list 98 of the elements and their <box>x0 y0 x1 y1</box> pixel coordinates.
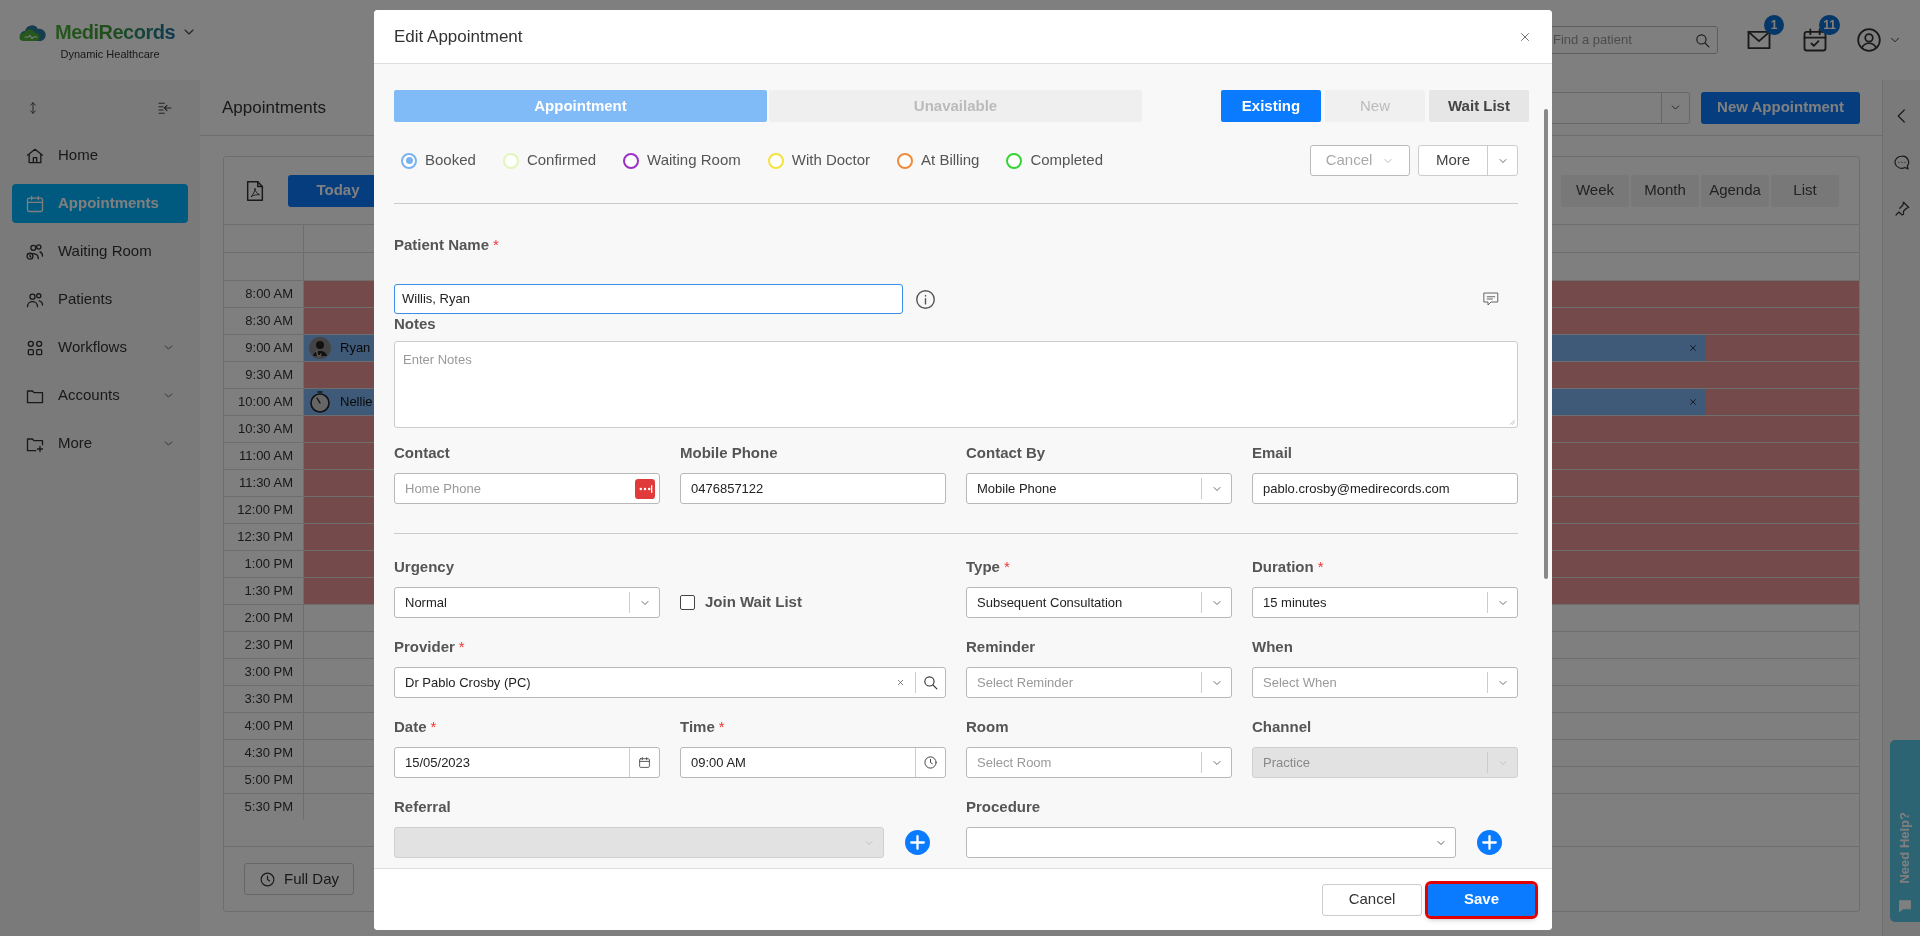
patient-name: Nellie <box>340 393 374 412</box>
patient-name: Ryan <box>340 339 372 358</box>
sidebar-item[interactable]: More <box>12 424 188 463</box>
view-tab[interactable]: Agenda <box>1701 174 1769 207</box>
radio-label: Waiting Room <box>647 150 741 171</box>
field-label: Email <box>1252 442 1293 463</box>
field-label: Channel <box>1252 716 1312 737</box>
calendar-icon <box>25 193 45 214</box>
save-button[interactable]: Save <box>1428 883 1535 916</box>
radio-button[interactable] <box>401 152 417 169</box>
info-icon[interactable] <box>915 288 936 310</box>
chat-icon[interactable] <box>1892 154 1911 172</box>
field-label: Contact <box>394 442 450 463</box>
required-mark: * <box>493 234 499 255</box>
dropdown[interactable]: Mobile Phone <box>966 473 1232 504</box>
brand-subtitle: Dynamic Healthcare <box>60 47 160 63</box>
text-field[interactable]: 0476857122 <box>680 473 946 504</box>
phone-field[interactable]: Home Phone <box>394 473 660 504</box>
remove-icon[interactable] <box>1688 397 1698 407</box>
dropdown[interactable]: Normal <box>394 587 660 618</box>
dropdown[interactable]: Subsequent Consultation <box>966 587 1232 618</box>
add-icon[interactable] <box>905 830 930 855</box>
dropdown[interactable]: 15 minutes <box>1252 587 1518 618</box>
radio-button[interactable] <box>1006 152 1023 169</box>
date-field[interactable]: 15/05/2023 <box>394 747 660 778</box>
field-label: Procedure <box>966 796 1041 817</box>
modal-title: Edit Appointment <box>394 25 523 48</box>
mode-tab[interactable]: Appointment <box>394 90 767 122</box>
field-label: Date <box>394 716 427 737</box>
view-tab[interactable]: Week <box>1561 174 1629 207</box>
checkbox-label: Join Wait List <box>705 592 802 613</box>
sidebar-item[interactable]: Waiting Room <box>12 232 188 271</box>
field-label: Time <box>680 716 715 737</box>
required-mark: * <box>430 716 437 737</box>
field-label: Type <box>966 556 1000 577</box>
resize-handle-icon[interactable] <box>1507 417 1515 425</box>
radio-label: With Doctor <box>791 150 871 171</box>
required-mark: * <box>718 716 725 737</box>
field-label: Urgency <box>394 556 455 577</box>
clock-icon[interactable] <box>923 755 938 770</box>
new-appointment-button[interactable]: New Appointment <box>1701 91 1860 124</box>
cancel-button[interactable]: Cancel <box>1322 883 1422 916</box>
field-label: Notes <box>394 313 436 334</box>
stopwatch-icon <box>308 390 332 414</box>
field-label: Mobile Phone <box>680 442 778 463</box>
collapse-menu-icon[interactable] <box>156 100 174 116</box>
dots-icon[interactable] <box>635 478 655 499</box>
add-icon[interactable] <box>1477 830 1502 855</box>
view-tab[interactable]: Month <box>1631 174 1699 207</box>
required-mark: * <box>458 636 465 657</box>
field-label: Referral <box>394 796 451 817</box>
remove-icon[interactable] <box>1688 343 1698 353</box>
sms-icon[interactable] <box>1482 290 1500 308</box>
search-icon[interactable] <box>922 674 939 691</box>
field-label: Patient Name <box>394 234 490 255</box>
user-icon[interactable] <box>1856 27 1882 53</box>
dropdown[interactable]: Select Reminder <box>966 667 1232 698</box>
notification-badge: 1 <box>1764 15 1784 35</box>
radio-label: Confirmed <box>526 150 597 171</box>
calendar-icon[interactable] <box>638 756 651 769</box>
page-title: Appointments <box>222 96 326 119</box>
radio-label: Booked <box>425 150 476 171</box>
dropdown[interactable]: Select When <box>1252 667 1518 698</box>
notes-field[interactable]: Enter Notes <box>394 341 1518 428</box>
sidebar-item[interactable]: Home <box>12 136 188 175</box>
radio-button[interactable] <box>897 152 914 169</box>
notification-badge: 11 <box>1819 15 1840 35</box>
sidebar-item[interactable]: Workflows <box>12 328 188 367</box>
clear-icon[interactable] <box>896 678 905 687</box>
field-label: Reminder <box>966 636 1036 657</box>
field-label: Duration <box>1252 556 1314 577</box>
view-tab[interactable]: List <box>1771 174 1839 207</box>
clock-icon <box>259 870 276 888</box>
chat-bubble-icon <box>1897 898 1913 914</box>
text-field[interactable]: pablo.crosby@medirecords.com <box>1252 473 1518 504</box>
field-label: Room <box>966 716 1009 737</box>
patient-name-field[interactable]: Willis, Ryan <box>394 284 903 314</box>
search-icon[interactable] <box>1694 31 1711 49</box>
field-label: Provider <box>394 636 455 657</box>
field-label: Contact By <box>966 442 1046 463</box>
required-mark: * <box>1003 556 1010 577</box>
doctor-avatar-icon <box>308 336 332 360</box>
radio-label: At Billing <box>921 150 980 171</box>
radio-label: Completed <box>1030 150 1103 171</box>
people-clock-icon <box>25 241 45 262</box>
time-field[interactable]: 09:00 AM <box>680 747 946 778</box>
sidebar-item[interactable]: Patients <box>12 280 188 319</box>
radio-button[interactable] <box>623 152 640 169</box>
full-day-button[interactable]: Full Day <box>244 863 354 895</box>
dropdown[interactable]: Select Room <box>966 747 1232 778</box>
required-mark: * <box>1317 556 1324 577</box>
lookup-field[interactable]: Dr Pablo Crosby (PC) <box>394 667 946 698</box>
checkbox[interactable] <box>680 595 695 610</box>
patient-tab[interactable]: Wait List <box>1429 90 1529 122</box>
field-label: When <box>1252 636 1293 657</box>
patient-tab[interactable]: Existing <box>1221 90 1321 122</box>
scrollbar[interactable] <box>1544 109 1548 579</box>
sidebar-item[interactable]: Accounts <box>12 376 188 415</box>
